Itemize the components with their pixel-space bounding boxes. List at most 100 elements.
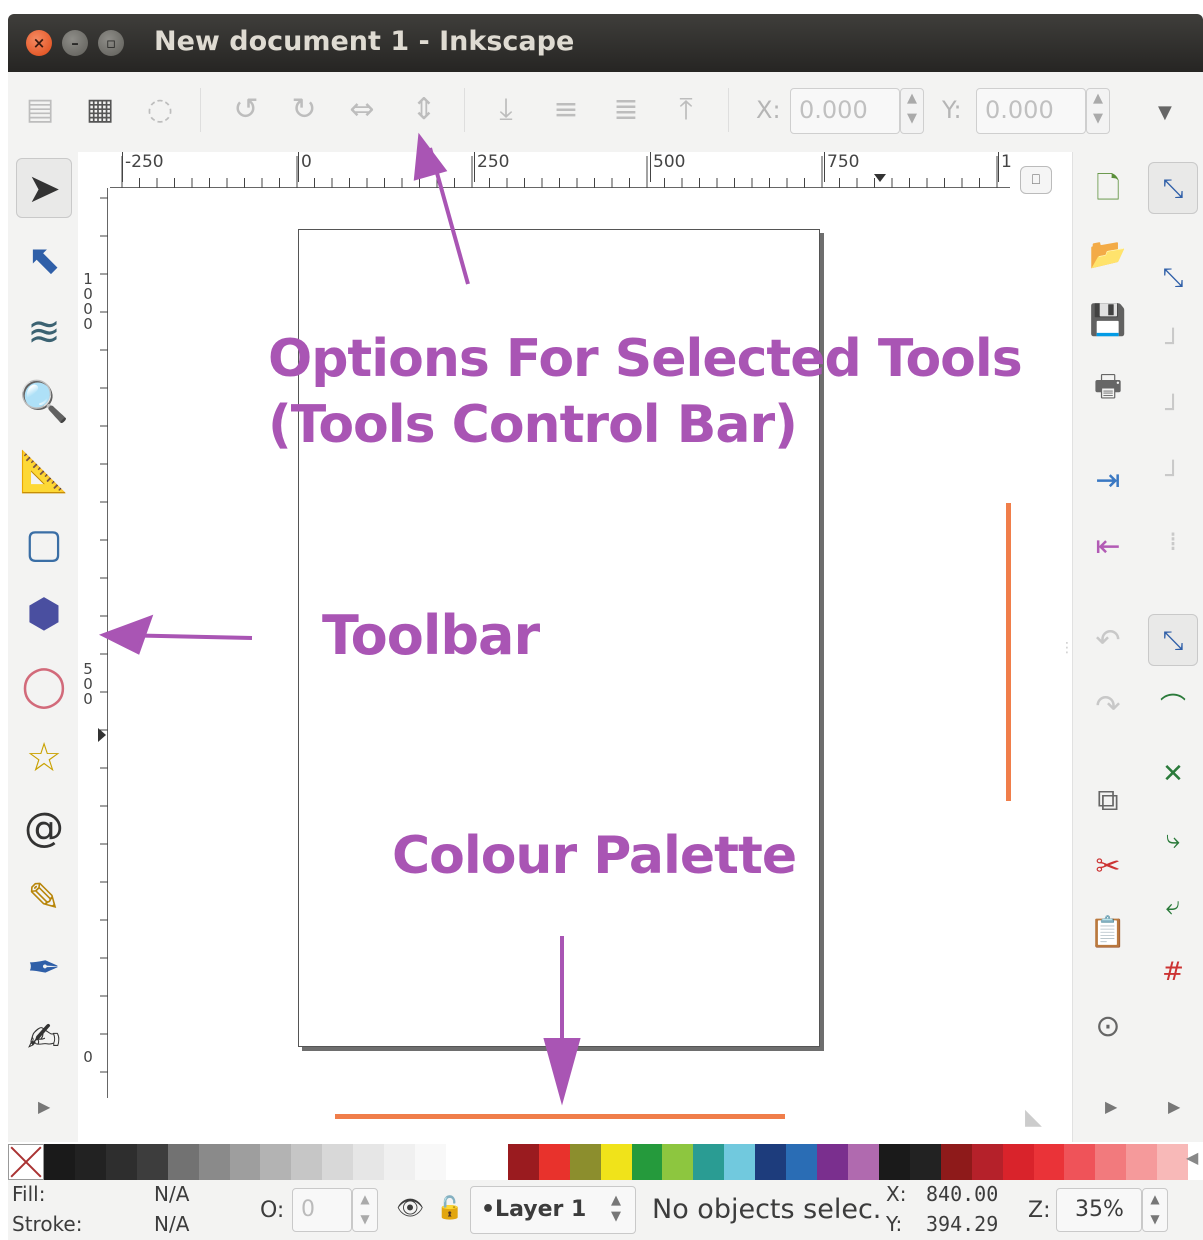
- colour-swatch[interactable]: [538, 1144, 570, 1180]
- palette-menu-icon[interactable]: ◀: [1186, 1148, 1198, 1167]
- colour-swatch[interactable]: [44, 1144, 75, 1180]
- colour-swatch[interactable]: [1033, 1144, 1065, 1180]
- snap-smooth-nodes-icon[interactable]: ⤶: [1148, 880, 1198, 932]
- measure-tool[interactable]: 📐: [16, 442, 72, 502]
- chevron-down-icon[interactable]: ▼: [1158, 102, 1172, 123]
- no-paint-swatch[interactable]: [8, 1144, 44, 1180]
- colour-swatch[interactable]: [74, 1144, 106, 1180]
- colour-swatch[interactable]: [786, 1144, 818, 1180]
- new-document-icon[interactable]: 🗋: [1085, 164, 1131, 214]
- colour-swatch[interactable]: [198, 1144, 230, 1180]
- lower-icon[interactable]: ≡: [546, 90, 586, 130]
- cut-icon[interactable]: ✂: [1085, 842, 1131, 892]
- vertical-scrollbar[interactable]: [1006, 503, 1011, 801]
- layer-selector[interactable]: •Layer 1 ▲ ▼: [470, 1186, 636, 1234]
- zoom-input[interactable]: 35%: [1056, 1188, 1142, 1232]
- selector-tool[interactable]: ➤: [16, 158, 72, 218]
- flip-horizontal-icon[interactable]: ⇔: [342, 90, 382, 130]
- paste-icon[interactable]: 📋: [1085, 908, 1131, 958]
- horizontal-scrollbar[interactable]: [335, 1114, 785, 1119]
- zoom-drawing-icon[interactable]: ⊙: [1085, 1002, 1131, 1052]
- colour-swatch[interactable]: [971, 1144, 1003, 1180]
- more-snap-icon[interactable]: ▶: [1168, 1097, 1180, 1116]
- node-tool[interactable]: ⬉: [16, 230, 72, 290]
- colour-swatch[interactable]: [755, 1144, 787, 1180]
- colour-swatch[interactable]: [724, 1144, 756, 1180]
- tweak-tool[interactable]: ≋: [16, 302, 72, 362]
- redo-icon[interactable]: ↷: [1085, 682, 1131, 732]
- rotate-ccw-icon[interactable]: ↺: [226, 90, 266, 130]
- snap-bbox-midpoints-icon[interactable]: ┘: [1148, 450, 1198, 502]
- colour-swatch[interactable]: [631, 1144, 663, 1180]
- opacity-input[interactable]: 0: [292, 1188, 352, 1232]
- copy-icon[interactable]: ⧉: [1085, 776, 1131, 826]
- close-window-button[interactable]: ×: [26, 30, 52, 56]
- zoom-spinner[interactable]: ▲ ▼: [1142, 1188, 1168, 1232]
- colour-swatch[interactable]: [415, 1144, 446, 1180]
- colour-swatch[interactable]: [384, 1144, 416, 1180]
- snap-bbox-edges-icon[interactable]: ┘: [1148, 318, 1198, 370]
- horizontal-ruler[interactable]: -250 0 250 500 750 1: [110, 152, 1012, 188]
- opacity-spinner[interactable]: ▲ ▼: [352, 1188, 378, 1232]
- colour-swatch[interactable]: [445, 1144, 477, 1180]
- colour-swatch[interactable]: [940, 1144, 972, 1180]
- print-icon[interactable]: 🖶: [1085, 362, 1131, 412]
- snap-bbox-centers-icon[interactable]: ⁞: [1148, 516, 1198, 568]
- colour-swatch[interactable]: [136, 1144, 168, 1180]
- colour-swatch[interactable]: [105, 1144, 137, 1180]
- fill-value[interactable]: N/A: [154, 1182, 189, 1206]
- rotate-cw-icon[interactable]: ↻: [284, 90, 324, 130]
- colour-swatch[interactable]: [817, 1144, 848, 1180]
- calligraphy-tool[interactable]: ✍: [16, 1008, 72, 1068]
- colour-swatch[interactable]: [353, 1144, 385, 1180]
- maximize-window-button[interactable]: ▫: [98, 30, 124, 56]
- import-icon[interactable]: ⇥: [1085, 456, 1131, 506]
- deselect-icon[interactable]: ◌: [140, 90, 180, 130]
- minimize-window-button[interactable]: –: [62, 30, 88, 56]
- more-tools-icon[interactable]: ▶: [38, 1097, 50, 1116]
- colour-swatch[interactable]: [569, 1144, 601, 1180]
- y-coordinate-input[interactable]: 0.000: [976, 88, 1086, 134]
- x-spinner[interactable]: ▲ ▼: [900, 88, 924, 134]
- zoom-tool[interactable]: 🔍: [16, 372, 72, 432]
- layer-lock-icon[interactable]: 🔓: [436, 1196, 463, 1221]
- undo-icon[interactable]: ↶: [1085, 616, 1131, 666]
- save-document-icon[interactable]: 💾: [1085, 296, 1131, 346]
- colour-swatch[interactable]: [260, 1144, 292, 1180]
- colour-swatch[interactable]: [1157, 1144, 1189, 1180]
- snap-cusp-nodes-icon[interactable]: ⤷: [1148, 814, 1198, 866]
- y-spinner[interactable]: ▲ ▼: [1086, 88, 1110, 134]
- snap-bbox-corners-icon[interactable]: ┘: [1148, 384, 1198, 436]
- stroke-value[interactable]: N/A: [154, 1212, 189, 1236]
- snap-nodes-icon[interactable]: ⤡: [1148, 614, 1198, 666]
- colour-swatch[interactable]: [662, 1144, 694, 1180]
- select-all-icon[interactable]: ▤: [20, 90, 60, 130]
- colour-swatch[interactable]: [322, 1144, 354, 1180]
- snap-midpoints-icon[interactable]: #: [1148, 946, 1198, 998]
- colour-swatch[interactable]: [1064, 1144, 1096, 1180]
- colour-swatch[interactable]: [229, 1144, 261, 1180]
- open-document-icon[interactable]: 📂: [1085, 230, 1131, 280]
- colour-swatch[interactable]: [507, 1144, 539, 1180]
- raise-icon[interactable]: ≣: [606, 90, 646, 130]
- export-icon[interactable]: ⇤: [1085, 522, 1131, 572]
- enable-snapping-icon[interactable]: ⤡: [1148, 162, 1198, 214]
- raise-to-top-icon[interactable]: ⤒: [666, 90, 706, 130]
- pen-tool[interactable]: ✒: [16, 938, 72, 998]
- lower-to-bottom-icon[interactable]: ⤓: [486, 90, 526, 130]
- rectangle-tool[interactable]: ▢: [16, 514, 72, 574]
- colour-swatch[interactable]: [1095, 1144, 1127, 1180]
- lock-guides-button[interactable]: ⎕: [1020, 166, 1052, 194]
- colour-swatch[interactable]: [878, 1144, 910, 1180]
- colour-swatch[interactable]: [909, 1144, 941, 1180]
- colour-swatch[interactable]: [693, 1144, 725, 1180]
- colour-swatch[interactable]: [600, 1144, 632, 1180]
- colour-swatch[interactable]: [476, 1144, 508, 1180]
- flip-vertical-icon[interactable]: ⇕: [404, 90, 444, 130]
- x-coordinate-input[interactable]: 0.000: [790, 88, 900, 134]
- 3d-box-tool[interactable]: ⬢: [16, 584, 72, 644]
- pencil-tool[interactable]: ✎: [16, 868, 72, 928]
- colour-swatch[interactable]: [167, 1144, 199, 1180]
- colour-swatch[interactable]: [847, 1144, 879, 1180]
- spiral-tool[interactable]: @: [16, 798, 72, 858]
